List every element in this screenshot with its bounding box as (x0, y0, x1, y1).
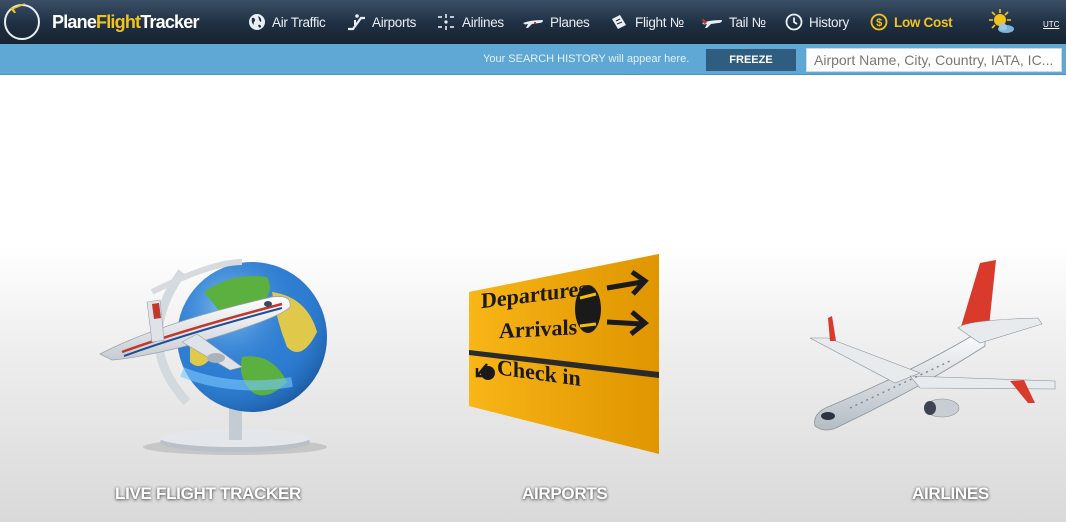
weather-icon[interactable] (988, 8, 1016, 36)
clock-icon (785, 13, 803, 31)
nav-label: Air Traffic (272, 14, 326, 30)
airliner-illustration[interactable] (810, 258, 1060, 438)
globe-icon (249, 14, 265, 30)
svg-text:$: $ (876, 17, 882, 29)
nav-label: Flight № (635, 14, 684, 30)
ticket-icon (612, 15, 626, 29)
plane-tail-icon (702, 19, 722, 28)
sign-arrivals-text: Arrivals (499, 314, 578, 343)
airport-sign-illustration[interactable]: Departures Arrivals Check in (467, 254, 661, 456)
nav-airlines[interactable]: Airlines (436, 0, 504, 44)
nav-label: History (809, 14, 849, 30)
freeze-button[interactable]: FREEZE (706, 49, 796, 71)
airport-search-input[interactable] (806, 48, 1062, 72)
nav-label: Low Cost (894, 14, 953, 30)
live-flight-tracker-link[interactable]: LIVE FLIGHT TRACKER (115, 484, 301, 504)
route-icon (438, 14, 454, 30)
nav-low-cost[interactable]: $ Low Cost (870, 0, 953, 44)
nav-tail-number[interactable]: Tail № (701, 0, 766, 44)
nav-flight-number[interactable]: Flight № (609, 0, 684, 44)
airports-link[interactable]: AIRPORTS (522, 484, 608, 504)
nav-label: Airports (372, 14, 417, 30)
nav-planes[interactable]: Planes (522, 0, 590, 44)
logo-text: PlaneFlightTracker (52, 11, 199, 32)
search-history-bar: Your SEARCH HISTORY will appear here. FR… (0, 44, 1066, 75)
nav-airports[interactable]: Airports (346, 0, 416, 44)
nav-label: Tail № (729, 14, 766, 30)
checkin-badge-icon (481, 366, 495, 380)
nav-label: Airlines (462, 14, 504, 30)
airlines-link[interactable]: AIRLINES (912, 484, 989, 504)
site-logo[interactable]: PlaneFlightTracker (4, 2, 199, 42)
nav-air-traffic[interactable]: Air Traffic (248, 0, 326, 44)
escalator-icon (348, 14, 365, 31)
logo-ring-icon (4, 3, 40, 40)
nav-label: Planes (550, 14, 590, 30)
top-navigation-bar: PlaneFlightTracker Air Traffic Airports … (0, 0, 1066, 44)
globe-with-plane-illustration[interactable] (92, 252, 332, 458)
search-history-hint: Your SEARCH HISTORY will appear here. (483, 53, 690, 65)
dollar-icon: $ (870, 13, 888, 31)
utc-toggle[interactable]: UTC (1043, 20, 1059, 29)
logo-plane-icon (9, 3, 25, 13)
nav-history[interactable]: History (785, 0, 849, 44)
plane-icon (523, 20, 543, 28)
hero-section: Departures Arrivals Check in LIVE FLIGHT… (0, 76, 1066, 522)
